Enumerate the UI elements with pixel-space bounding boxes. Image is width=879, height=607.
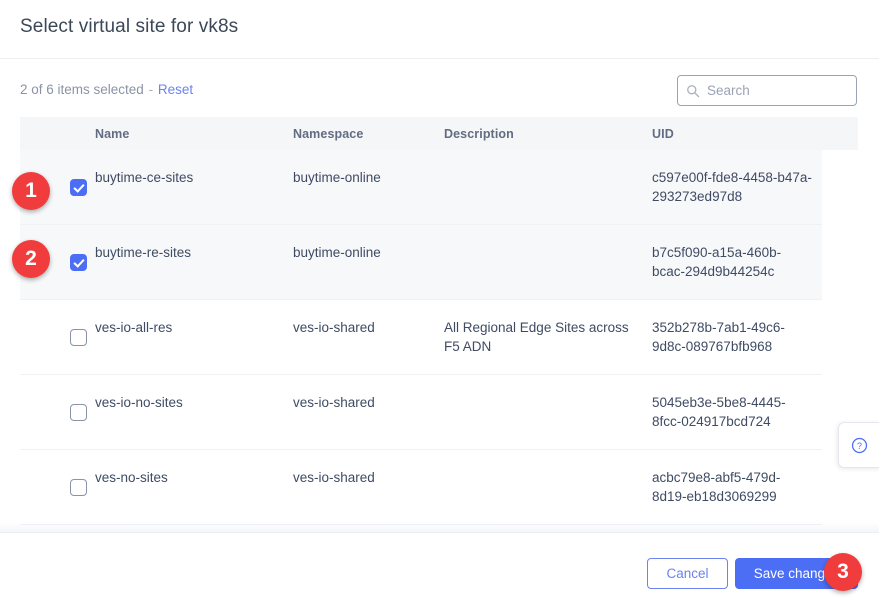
cell-uid: b7c5f090-a15a-460b-bcac-294d9b44254c xyxy=(652,245,782,279)
row-checkbox[interactable] xyxy=(70,478,87,496)
cell-namespace: ves-io-shared xyxy=(293,470,375,485)
cell-uid: acbc79e8-abf5-479d-8d19-eb18d3069299 xyxy=(652,470,781,504)
row-checkbox[interactable] xyxy=(70,178,87,196)
row-checkbox-cell xyxy=(20,300,95,374)
table-body: buytime-ce-sites buytime-online c597e00f… xyxy=(20,150,822,525)
cell-uid: c597e00f-fde8-4458-b47a-293273ed97d8 xyxy=(652,170,812,204)
selection-summary: 2 of 6 items selected - Reset xyxy=(20,82,193,97)
row-checkbox-cell xyxy=(20,450,95,524)
column-header-namespace[interactable]: Namespace xyxy=(293,127,444,141)
question-circle-icon: ? xyxy=(851,437,868,454)
cell-description xyxy=(444,450,652,524)
table-row[interactable]: ves-no-sites ves-io-shared acbc79e8-abf5… xyxy=(20,450,822,525)
selection-separator: - xyxy=(148,82,154,97)
cell-namespace: ves-io-shared xyxy=(293,320,375,335)
cell-namespace: buytime-online xyxy=(293,170,381,185)
step-badge-2: 2 xyxy=(12,240,50,278)
cell-name: buytime-ce-sites xyxy=(95,170,194,185)
page-title: Select virtual site for vk8s xyxy=(20,16,239,37)
cell-description: All Regional Edge Sites across F5 ADN xyxy=(444,320,629,354)
virtual-site-table: Name Namespace Description UID buytime-c… xyxy=(20,117,858,525)
cell-description xyxy=(444,225,652,299)
cell-name: buytime-re-sites xyxy=(95,245,192,260)
cell-name: ves-io-no-sites xyxy=(95,395,183,410)
cell-description xyxy=(444,375,652,449)
footer-shadow xyxy=(0,522,879,532)
cell-name: ves-no-sites xyxy=(95,470,168,485)
cell-namespace: ves-io-shared xyxy=(293,395,375,410)
help-launcher-button[interactable]: ? xyxy=(838,422,879,468)
table-row[interactable]: buytime-re-sites buytime-online b7c5f090… xyxy=(20,225,822,300)
column-header-name[interactable]: Name xyxy=(95,127,293,141)
search-input[interactable] xyxy=(707,83,848,98)
cancel-button[interactable]: Cancel xyxy=(647,558,728,589)
table-row[interactable]: buytime-ce-sites buytime-online c597e00f… xyxy=(20,150,822,225)
step-badge-1: 1 xyxy=(12,172,50,210)
table-row[interactable]: ves-io-all-res ves-io-shared All Regiona… xyxy=(20,300,822,375)
svg-text:?: ? xyxy=(857,441,862,451)
table-row[interactable]: ves-io-no-sites ves-io-shared 5045eb3e-5… xyxy=(20,375,822,450)
dialog-footer: Cancel Save changes xyxy=(0,532,879,607)
row-checkbox[interactable] xyxy=(70,328,87,346)
selection-count-label: 2 of 6 items selected xyxy=(20,82,144,97)
cell-uid: 352b278b-7ab1-49c6-9d8c-089767bfb968 xyxy=(652,320,785,354)
step-badge-3: 3 xyxy=(824,553,862,591)
cell-name: ves-io-all-res xyxy=(95,320,173,335)
search-box[interactable] xyxy=(677,75,857,106)
row-checkbox-cell xyxy=(20,375,95,449)
row-checkbox[interactable] xyxy=(70,253,87,271)
column-header-description[interactable]: Description xyxy=(444,127,652,141)
search-icon xyxy=(686,84,700,98)
reset-link[interactable]: Reset xyxy=(158,82,193,97)
column-header-uid[interactable]: UID xyxy=(652,127,838,141)
title-divider xyxy=(0,58,879,59)
row-checkbox[interactable] xyxy=(70,403,87,421)
cell-description xyxy=(444,150,652,224)
cell-namespace: buytime-online xyxy=(293,245,381,260)
table-header-row: Name Namespace Description UID xyxy=(20,117,858,150)
cell-uid: 5045eb3e-5be8-4445-8fcc-024917bcd724 xyxy=(652,395,786,429)
